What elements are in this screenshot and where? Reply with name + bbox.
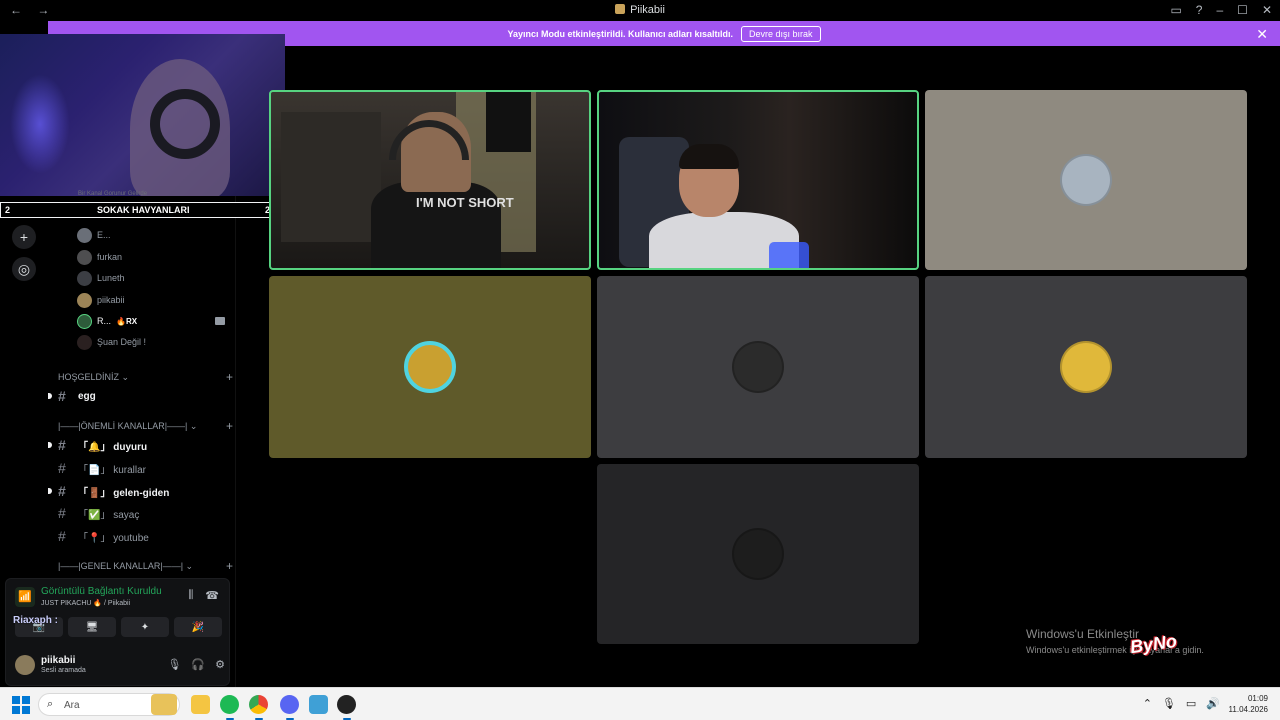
camera-icon [215, 317, 225, 325]
taskbar: ⌕ Ara ⌃ 🎙 ▭ 🔊 01:09 11.04.2026 [0, 687, 1280, 720]
app-icon[interactable] [309, 695, 328, 714]
close-icon[interactable]: ✕ [1256, 26, 1268, 43]
volume-icon[interactable]: 🔊 [1206, 697, 1220, 710]
maximize-button[interactable]: ☐ [1237, 3, 1248, 17]
overlay-username: Riaxaph : [13, 615, 59, 626]
clock[interactable]: 01:09 11.04.2026 [1229, 693, 1268, 715]
video-tile-camera[interactable] [597, 90, 919, 270]
signal-icon[interactable]: 📶 [15, 587, 35, 607]
hash-icon: # [58, 505, 66, 521]
discord-icon[interactable] [280, 695, 299, 720]
system-tray: ⌃ 🎙 ▭ 🔊 [1143, 697, 1220, 710]
discover-icon[interactable]: ◎ [12, 257, 36, 281]
avatar [1060, 154, 1112, 206]
hash-icon: # [58, 483, 66, 499]
title-bar: ← → Piikabii ▭ ? – ☐ ✕ [0, 0, 1280, 21]
avatar [404, 341, 456, 393]
category-hosgeldiniz[interactable]: HOŞGELDİNİZ ⌄ + [58, 370, 233, 384]
video-tile-avatar[interactable] [925, 90, 1247, 270]
video-tile-avatar[interactable] [597, 464, 919, 644]
help-icon[interactable]: ? [1196, 3, 1203, 17]
connection-status: Görüntülü Bağlantı Kuruldu [41, 586, 162, 597]
avatar [1060, 341, 1112, 393]
voice-member[interactable]: R... 🔥RX [77, 312, 137, 330]
user-panel: piikabii Sesli aramada 🎙 🎧 ⚙ [15, 653, 225, 679]
category-label: Bir Kanal Gorunur Gelirde [78, 191, 148, 197]
avatar [77, 227, 92, 243]
add-channel-icon[interactable]: + [226, 370, 233, 384]
avatar [77, 270, 92, 286]
search-icon: ⌕ [47, 698, 54, 710]
voice-member[interactable]: Luneth [77, 269, 125, 287]
avatar [732, 341, 784, 393]
user-name[interactable]: piikabii [41, 655, 75, 666]
shirt-text: I'M NOT SHORT [416, 195, 514, 210]
voice-member[interactable]: furkan [77, 248, 122, 266]
minimize-button[interactable]: – [1216, 3, 1223, 17]
close-window-button[interactable]: ✕ [1262, 3, 1272, 17]
user-status: Sesli aramada [41, 667, 86, 674]
windows-start-icon[interactable] [12, 696, 30, 714]
window-controls: ▭ ? – ☐ ✕ [1170, 3, 1272, 17]
hash-icon: # [58, 388, 66, 404]
add-channel-icon[interactable]: + [226, 419, 233, 433]
disable-streamer-mode-button[interactable]: Devre dışı bırak [741, 25, 821, 42]
hash-icon: # [58, 437, 66, 453]
voice-member[interactable]: E... [77, 226, 111, 244]
unread-indicator [48, 393, 52, 399]
avatar [77, 249, 92, 265]
voice-member[interactable]: Şuan Değil ! [77, 333, 146, 351]
disconnect-icon[interactable]: ☎ [205, 589, 219, 602]
server-logo-icon [615, 4, 626, 14]
voice-channel-path[interactable]: JUST PIKACHU 🔥 / Piikabii [41, 599, 130, 607]
avatar [77, 292, 92, 308]
activities-button[interactable]: ✦ [121, 617, 169, 637]
headphone-icon[interactable]: 🎧 [191, 658, 205, 671]
category-onemli-kanallar[interactable]: |——|ÖNEMLİ KANALLAR|——| ⌄ + [58, 419, 233, 433]
avatar[interactable] [15, 655, 35, 675]
hash-icon: # [58, 460, 66, 476]
avatar [77, 334, 92, 350]
voice-member[interactable]: piikabii [77, 291, 125, 309]
settings-gear-icon[interactable]: ⚙ [215, 658, 225, 671]
channel-egg[interactable]: # egg [58, 387, 96, 405]
active-voice-channel-bar[interactable]: 2 SOKAK HAVYANLARI 20 [0, 202, 280, 218]
video-tile-avatar[interactable] [269, 276, 591, 458]
microphone-icon[interactable]: 🎙 [167, 658, 181, 671]
channel-youtube[interactable]: # 「📍」 youtube [58, 527, 149, 545]
unread-indicator [48, 442, 52, 448]
soundboard-button[interactable]: 🎉 [174, 617, 222, 637]
video-tile-avatar[interactable] [925, 276, 1247, 458]
avatar [77, 313, 92, 329]
taskbar-search[interactable]: ⌕ Ara [38, 693, 180, 716]
chevron-up-icon[interactable]: ⌃ [1143, 697, 1152, 710]
search-highlight-icon [151, 694, 177, 715]
unread-indicator [48, 488, 52, 494]
channel-sayac[interactable]: # 「✅」 sayaç [58, 504, 139, 522]
channel-kurallar[interactable]: # 「📄」 kurallar [58, 459, 146, 477]
video-tile-camera[interactable]: I'M NOT SHORT [269, 90, 591, 270]
channel-gelen-giden[interactable]: # 「🚪」 gelen-giden [58, 482, 169, 500]
chrome-icon[interactable] [249, 695, 268, 720]
stream-preview-video[interactable] [0, 34, 285, 196]
avatar [732, 528, 784, 580]
channel-duyuru[interactable]: # 「🔔」 duyuru [58, 436, 147, 454]
inbox-icon[interactable]: ▭ [1170, 3, 1181, 17]
hash-icon: # [58, 528, 66, 544]
spotify-icon[interactable] [220, 695, 239, 720]
display-icon[interactable]: ▭ [1186, 697, 1196, 710]
noise-suppression-icon[interactable]: ⫼ [188, 589, 193, 602]
category-genel-kanallar[interactable]: |——|GENEL KANALLAR|——| ⌄ + [58, 559, 233, 573]
microphone-icon[interactable]: 🎙 [1162, 697, 1176, 710]
banner-message: Yayıncı Modu etkinleştirildi. Kullanıcı … [507, 28, 734, 39]
obs-icon[interactable] [337, 695, 356, 720]
add-server-icon[interactable]: + [12, 225, 36, 249]
video-tile-avatar[interactable] [597, 276, 919, 458]
add-channel-icon[interactable]: + [226, 559, 233, 573]
window-title: Piikabii [0, 4, 1280, 16]
voice-connection-panel: 📶 Görüntülü Bağlantı Kuruldu JUST PIKACH… [5, 578, 230, 686]
screen-share-button[interactable]: 🖥 [68, 617, 116, 637]
file-explorer-icon[interactable] [191, 695, 210, 714]
